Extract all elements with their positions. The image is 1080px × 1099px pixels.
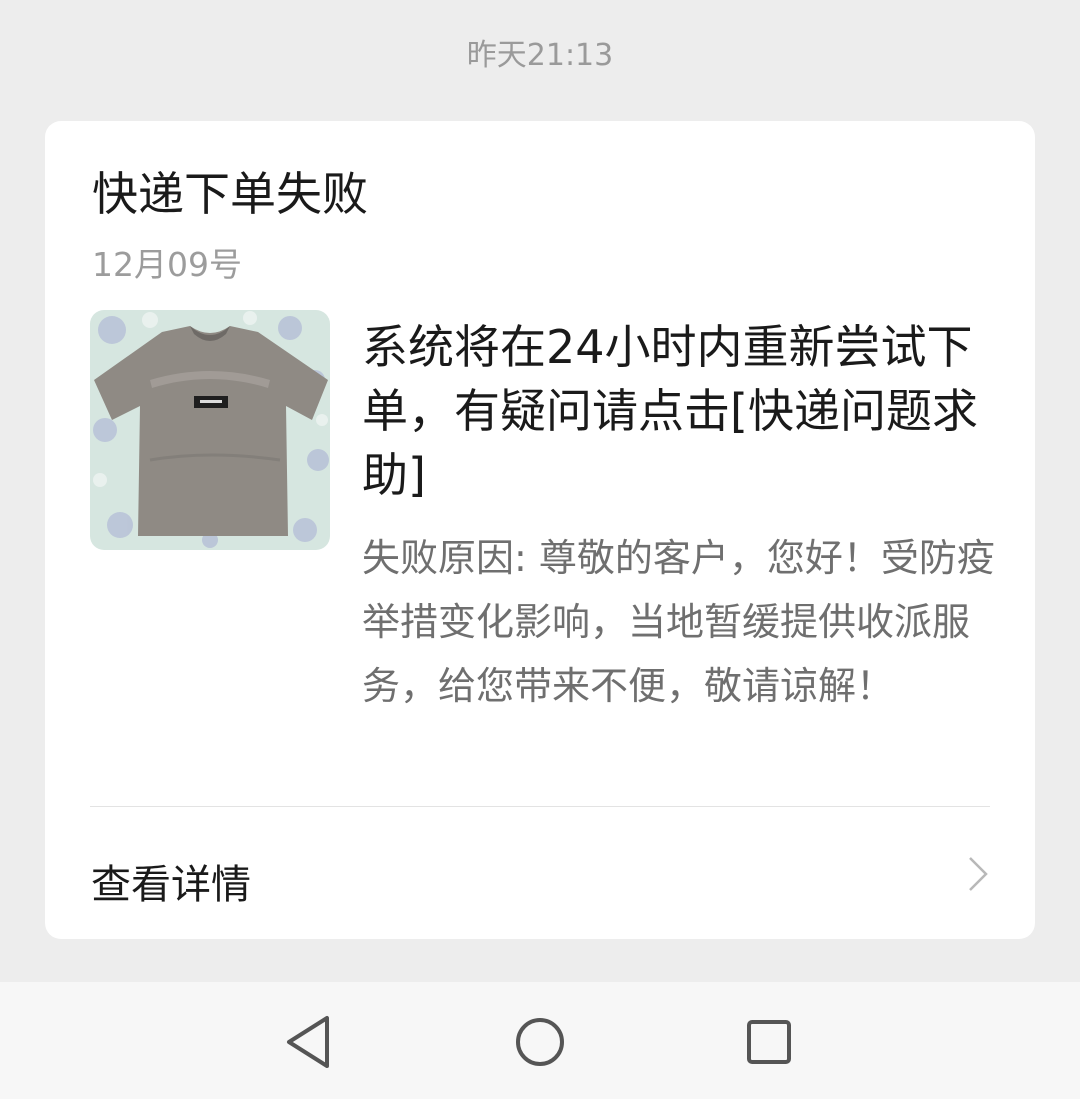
view-details-label: 查看详情: [91, 862, 251, 908]
product-thumbnail[interactable]: [90, 310, 330, 550]
system-navigation-bar: [0, 982, 1080, 1099]
failure-reason-text: 失败原因: 尊敬的客户，您好！受防疫举措变化影响，当地暂缓提供收派服务，给您带来…: [362, 536, 995, 708]
card-date: 12月09号: [92, 245, 242, 284]
card-title: 快递下单失败: [92, 167, 368, 221]
card-divider: [90, 806, 990, 807]
chevron-right-icon: [969, 857, 988, 891]
view-details-button[interactable]: 查看详情: [45, 808, 1035, 938]
home-circle-icon[interactable]: [510, 1012, 570, 1072]
message-timestamp: 昨天21:13: [466, 38, 614, 73]
recent-square-icon[interactable]: [739, 1012, 799, 1072]
notification-headline: 系统将在24小时内重新尝试下单，有疑问请点击[快递问题求助]: [362, 320, 978, 502]
back-triangle-icon[interactable]: [279, 1012, 339, 1072]
tshirt-image: [90, 310, 330, 550]
